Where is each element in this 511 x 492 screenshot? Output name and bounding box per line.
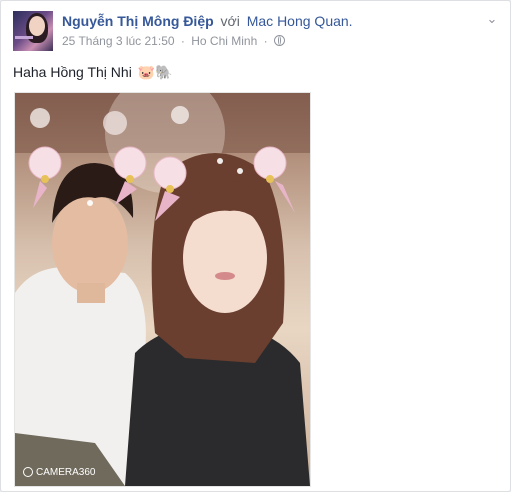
- post-timestamp[interactable]: 25 Tháng 3 lúc 21:50: [62, 34, 175, 48]
- photo-illustration: [15, 93, 310, 486]
- pig-elephant-emoji: 🐷🐘: [137, 64, 173, 80]
- post-location[interactable]: Ho Chi Minh: [191, 34, 257, 48]
- post-card: Nguyễn Thị Mông Điệp với Mac Hong Quan. …: [0, 0, 511, 492]
- tagged-friend-link[interactable]: Mac Hong Quan.: [247, 13, 353, 29]
- camera360-icon: [23, 467, 33, 477]
- post-meta: 25 Tháng 3 lúc 21:50 · Ho Chi Minh ·: [62, 34, 285, 48]
- chevron-down-icon[interactable]: ⌄: [484, 11, 500, 27]
- avatar-caption-strip: [15, 36, 33, 39]
- post-text: Haha Hồng Thị Nhi: [13, 64, 132, 80]
- post-message: Haha Hồng Thị Nhi 🐷🐘: [13, 64, 173, 81]
- watermark-text: CAMERA360: [36, 467, 96, 478]
- photo-watermark: CAMERA360: [23, 467, 95, 478]
- post-photo[interactable]: CAMERA360: [14, 92, 311, 487]
- post-header: Nguyễn Thị Mông Điệp với Mac Hong Quan.: [62, 13, 353, 29]
- author-name-link[interactable]: Nguyễn Thị Mông Điệp: [62, 13, 214, 29]
- with-label: với: [220, 13, 240, 29]
- globe-icon[interactable]: [273, 35, 285, 46]
- avatar-face: [29, 16, 45, 36]
- meta-separator: ·: [263, 34, 268, 48]
- author-avatar[interactable]: [13, 11, 53, 51]
- meta-separator: ·: [180, 34, 185, 48]
